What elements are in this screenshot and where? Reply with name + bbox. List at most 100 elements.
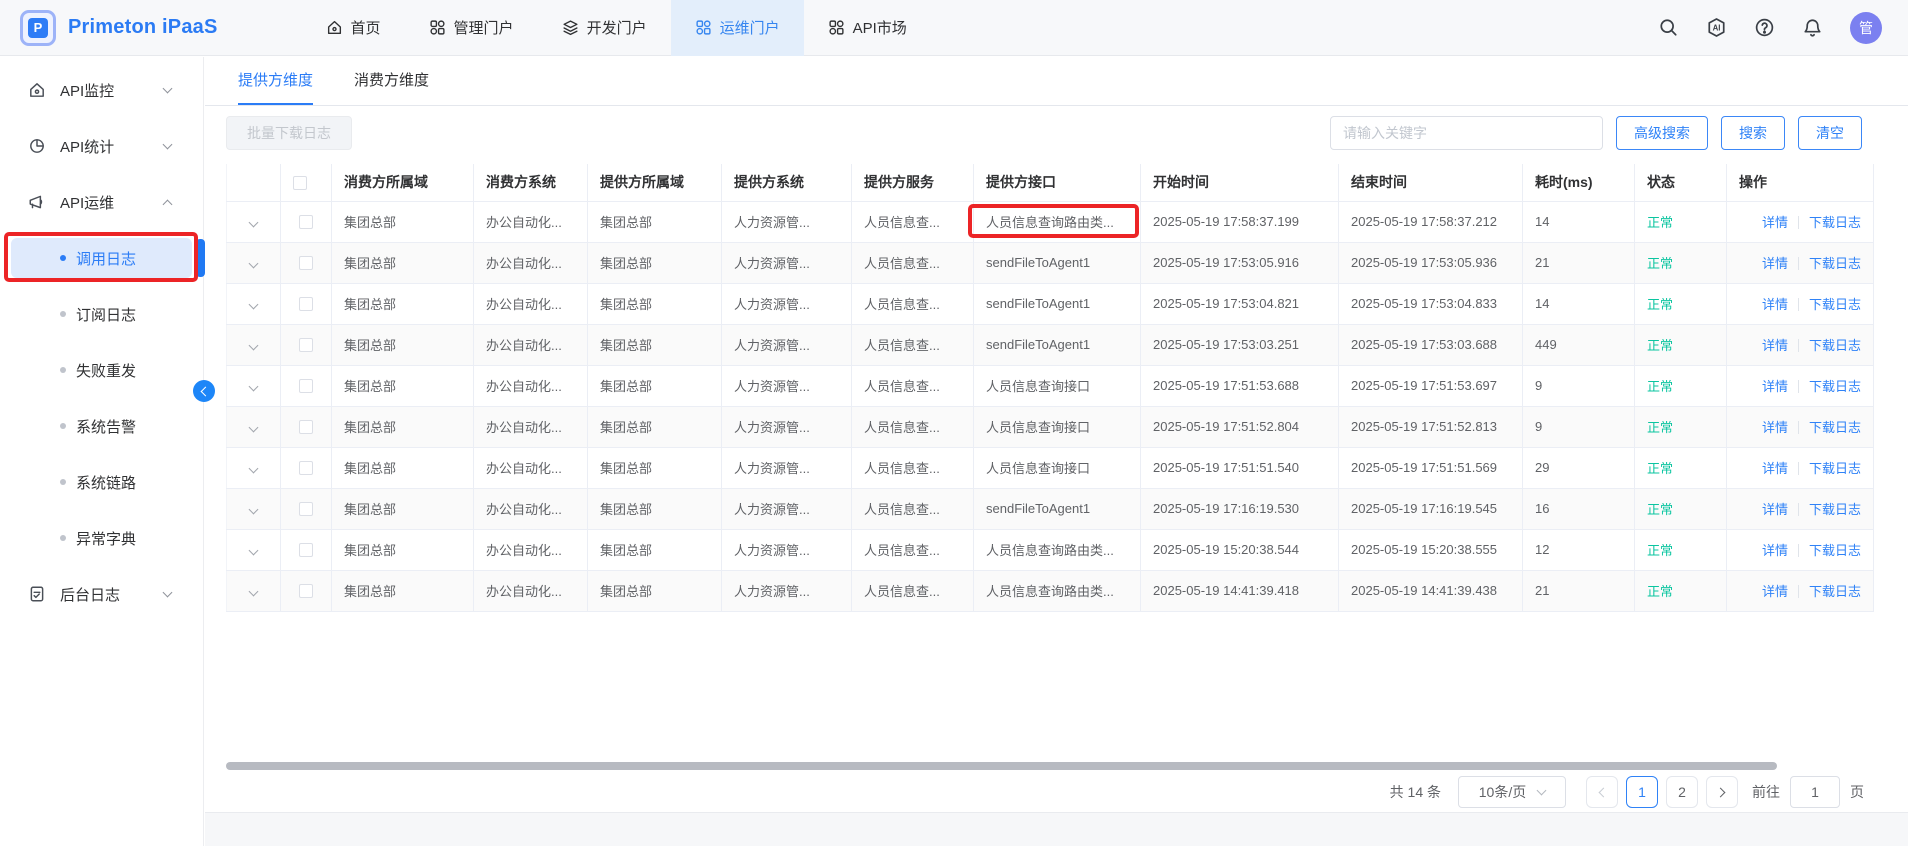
download-log-link[interactable]: 下载日志 [1809,420,1861,435]
nav-item-ops[interactable]: 运维门户 [671,0,804,56]
prev-page-button[interactable] [1586,776,1618,808]
row-checkbox[interactable] [299,502,313,516]
row-checkbox[interactable] [299,338,313,352]
expand-row-icon[interactable] [250,296,257,311]
detail-link[interactable]: 详情 [1762,543,1788,558]
clear-button[interactable]: 清空 [1798,116,1862,150]
expand-row-icon[interactable] [250,419,257,434]
user-avatar[interactable]: 管 [1850,12,1882,44]
nav-item-home[interactable]: 首页 [302,0,405,56]
tab-提供方维度[interactable]: 提供方维度 [238,57,313,105]
sidebar-item-系统告警[interactable]: 系统告警 [0,398,203,454]
nav-item-dev[interactable]: 开发门户 [538,0,671,56]
next-page-button[interactable] [1706,776,1738,808]
ai-assistant-icon[interactable]: AI [1706,17,1727,38]
row-checkbox[interactable] [299,215,313,229]
cell-provider_system: 人力资源管... [722,447,852,488]
cell-expand [227,283,281,324]
column-header-provider_system: 提供方系统 [722,164,852,201]
detail-link[interactable]: 详情 [1762,584,1788,599]
status-badge: 正常 [1647,297,1673,312]
action-divider [1798,339,1799,352]
goto-page-input[interactable] [1790,776,1840,808]
cell-start_time: 2025-05-19 17:51:51.540 [1141,447,1339,488]
download-log-link[interactable]: 下载日志 [1809,543,1861,558]
page-size-select[interactable]: 10条/页 [1458,776,1566,808]
row-checkbox[interactable] [299,297,313,311]
row-checkbox[interactable] [299,379,313,393]
row-checkbox[interactable] [299,584,313,598]
cell-consumer_system: 办公自动化... [474,365,588,406]
sidebar-item-失败重发[interactable]: 失败重发 [0,342,203,398]
pie-chart-icon [28,137,46,155]
expand-row-icon[interactable] [250,501,257,516]
goto-page: 前往 页 [1752,776,1864,808]
notification-bell-icon[interactable] [1802,17,1823,38]
download-log-link[interactable]: 下载日志 [1809,215,1861,230]
cell-provider_interface: 人员信息查询接口 [974,365,1141,406]
detail-link[interactable]: 详情 [1762,502,1788,517]
expand-row-icon[interactable] [250,583,257,598]
pager: 12 [1586,776,1738,808]
download-log-link[interactable]: 下载日志 [1809,297,1861,312]
detail-link[interactable]: 详情 [1762,338,1788,353]
sidebar-group-label: API统计 [60,136,114,157]
horizontal-scrollbar[interactable] [226,762,1777,770]
sidebar-group-API运维[interactable]: API运维 [0,174,203,230]
cell-provider_interface: 人员信息查询路由类... [974,570,1141,611]
nav-item-admin[interactable]: 管理门户 [405,0,538,56]
column-header-provider_interface: 提供方接口 [974,164,1141,201]
download-log-link[interactable]: 下载日志 [1809,584,1861,599]
download-log-link[interactable]: 下载日志 [1809,502,1861,517]
cell-provider_system: 人力资源管... [722,201,852,242]
download-log-link[interactable]: 下载日志 [1809,461,1861,476]
detail-link[interactable]: 详情 [1762,420,1788,435]
expand-row-icon[interactable] [250,542,257,557]
sidebar-menu: API监控 API统计 API运维调用日志订阅日志失败重发系统告警系统链路异常字典后… [0,57,203,622]
batch-download-button[interactable]: 批量下载日志 [226,116,352,150]
advanced-search-button[interactable]: 高级搜索 [1616,116,1708,150]
expand-row-icon[interactable] [250,255,257,270]
search-icon[interactable] [1658,17,1679,38]
nav-item-market[interactable]: API市场 [804,0,931,56]
search-button[interactable]: 搜索 [1721,116,1785,150]
download-log-link[interactable]: 下载日志 [1809,379,1861,394]
detail-link[interactable]: 详情 [1762,379,1788,394]
sidebar-item-订阅日志[interactable]: 订阅日志 [0,286,203,342]
expand-row-icon[interactable] [250,460,257,475]
cell-end_time: 2025-05-19 17:53:03.688 [1339,324,1523,365]
keyword-search-input[interactable] [1330,116,1603,150]
row-checkbox[interactable] [299,256,313,270]
megaphone-icon [28,193,46,211]
expand-row-icon[interactable] [250,214,257,229]
row-checkbox[interactable] [299,543,313,557]
sidebar-group-API监控[interactable]: API监控 [0,62,203,118]
row-checkbox[interactable] [299,420,313,434]
cell-duration_ms: 14 [1523,201,1635,242]
page-button-1[interactable]: 1 [1626,776,1658,808]
tab-消费方维度[interactable]: 消费方维度 [354,57,429,105]
sidebar-item-异常字典[interactable]: 异常字典 [0,510,203,566]
bullet-icon [60,255,66,261]
cell-provider_service: 人员信息查... [852,447,974,488]
expand-row-icon[interactable] [250,378,257,393]
sidebar-item-系统链路[interactable]: 系统链路 [0,454,203,510]
detail-link[interactable]: 详情 [1762,256,1788,271]
row-checkbox[interactable] [299,461,313,475]
detail-link[interactable]: 详情 [1762,215,1788,230]
detail-link[interactable]: 详情 [1762,461,1788,476]
cell-provider_service: 人员信息查... [852,570,974,611]
help-icon[interactable] [1754,17,1775,38]
detail-link[interactable]: 详情 [1762,297,1788,312]
sidebar-group-label: 后台日志 [60,584,120,605]
download-log-link[interactable]: 下载日志 [1809,256,1861,271]
expand-row-icon[interactable] [250,337,257,352]
sidebar-collapse-button[interactable] [193,380,215,402]
select-all-checkbox[interactable] [293,176,307,190]
page-button-2[interactable]: 2 [1666,776,1698,808]
topbar-actions: AI 管 [1658,12,1882,44]
sidebar-group-后台日志[interactable]: 后台日志 [0,566,203,622]
sidebar-item-调用日志[interactable]: 调用日志 [0,230,203,286]
sidebar-group-API统计[interactable]: API统计 [0,118,203,174]
download-log-link[interactable]: 下载日志 [1809,338,1861,353]
